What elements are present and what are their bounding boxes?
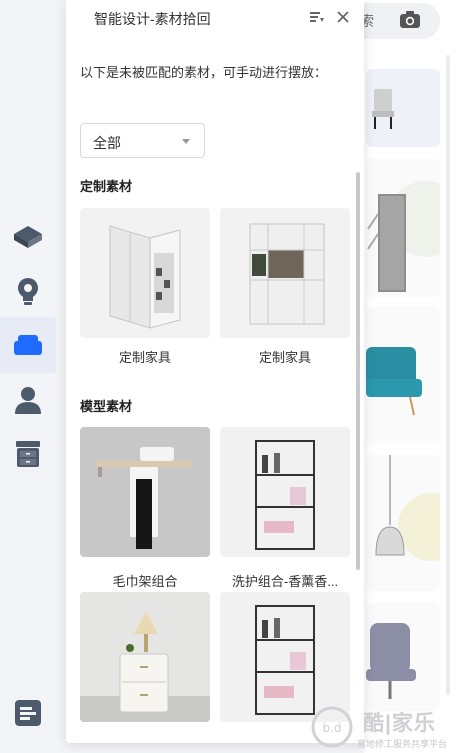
- cube-stack-icon: [14, 226, 42, 248]
- material-label: 洗护组合-香薰香...: [231, 574, 339, 589]
- sofa-icon: [14, 335, 42, 355]
- material-label: 定制家具: [118, 350, 171, 365]
- section-title-models: 模型素材: [80, 399, 133, 414]
- rail-item-models[interactable]: [0, 209, 56, 265]
- close-icon[interactable]: [335, 9, 351, 25]
- rail-item-collapse[interactable]: [0, 685, 56, 741]
- material-item[interactable]: 毛巾架组合: [80, 427, 210, 589]
- catalog-thumb-door[interactable]: [366, 159, 440, 297]
- catalog-scrollbar[interactable]: [446, 55, 450, 695]
- svg-text:b.d: b.d: [322, 721, 341, 735]
- material-thumbnail: [80, 208, 210, 338]
- material-label: 定制家具: [258, 350, 311, 365]
- rail-item-furniture[interactable]: [0, 317, 56, 373]
- section-title-custom: 定制素材: [80, 179, 133, 194]
- chevron-down-icon: [182, 139, 190, 144]
- watermark-text: 酷|家乐: [363, 712, 436, 735]
- catalog-thumb-pendant-lamp[interactable]: [366, 455, 440, 591]
- watermark-subtext: 富地修工服务共享平台: [357, 739, 448, 749]
- filter-select-value: 全部: [93, 135, 121, 151]
- left-toolbar: [0, 0, 56, 753]
- sort-icon[interactable]: [309, 9, 325, 25]
- panel-header: 智能设计-素材拾回: [66, 0, 364, 36]
- user-icon: [15, 387, 41, 414]
- watermark: b.d 酷|家乐 富地修工服务共享平台: [309, 702, 456, 753]
- material-item[interactable]: 洗护组合-香薰香...: [220, 427, 350, 589]
- rail-item-cabinet[interactable]: [0, 426, 56, 482]
- material-recovery-panel: 智能设计-素材拾回 以下是未被匹配的素材，可手动进行摆放： 全部 定制素材 定制…: [66, 0, 364, 743]
- filter-select[interactable]: 全部: [80, 123, 205, 158]
- lightbulb-icon: [18, 278, 38, 305]
- cabinet-icon: [16, 441, 40, 467]
- intro-text: 以下是未被匹配的素材，可手动进行摆放：: [80, 65, 328, 80]
- material-thumbnail: [220, 208, 350, 338]
- material-item[interactable]: [80, 592, 210, 722]
- camera-icon[interactable]: [399, 9, 421, 31]
- catalog-thumb-armchair[interactable]: [366, 307, 440, 443]
- material-thumbnail: [80, 427, 210, 557]
- material-thumbnail: [220, 427, 350, 557]
- app-root: 索 智能设计-素材拾回 以下是未被匹配的素材，可手动进行摆放： 全部 定制素材 …: [0, 0, 456, 753]
- panel-title: 智能设计-素材拾回: [94, 11, 211, 27]
- material-item[interactable]: 定制家具: [80, 208, 210, 365]
- material-thumbnail: [80, 592, 210, 722]
- watermark-logo-icon: b.d: [311, 706, 353, 748]
- rail-item-profile[interactable]: [0, 372, 56, 428]
- catalog-thumb-chair[interactable]: [366, 69, 440, 147]
- rail-item-inspiration[interactable]: [0, 263, 56, 319]
- material-label: 毛巾架组合: [112, 574, 178, 589]
- panel-scrollbar[interactable]: [356, 172, 360, 570]
- material-item[interactable]: 定制家具: [220, 208, 350, 365]
- catalog-thumb-office-chair[interactable]: [366, 603, 440, 711]
- collapse-icon: [15, 700, 41, 726]
